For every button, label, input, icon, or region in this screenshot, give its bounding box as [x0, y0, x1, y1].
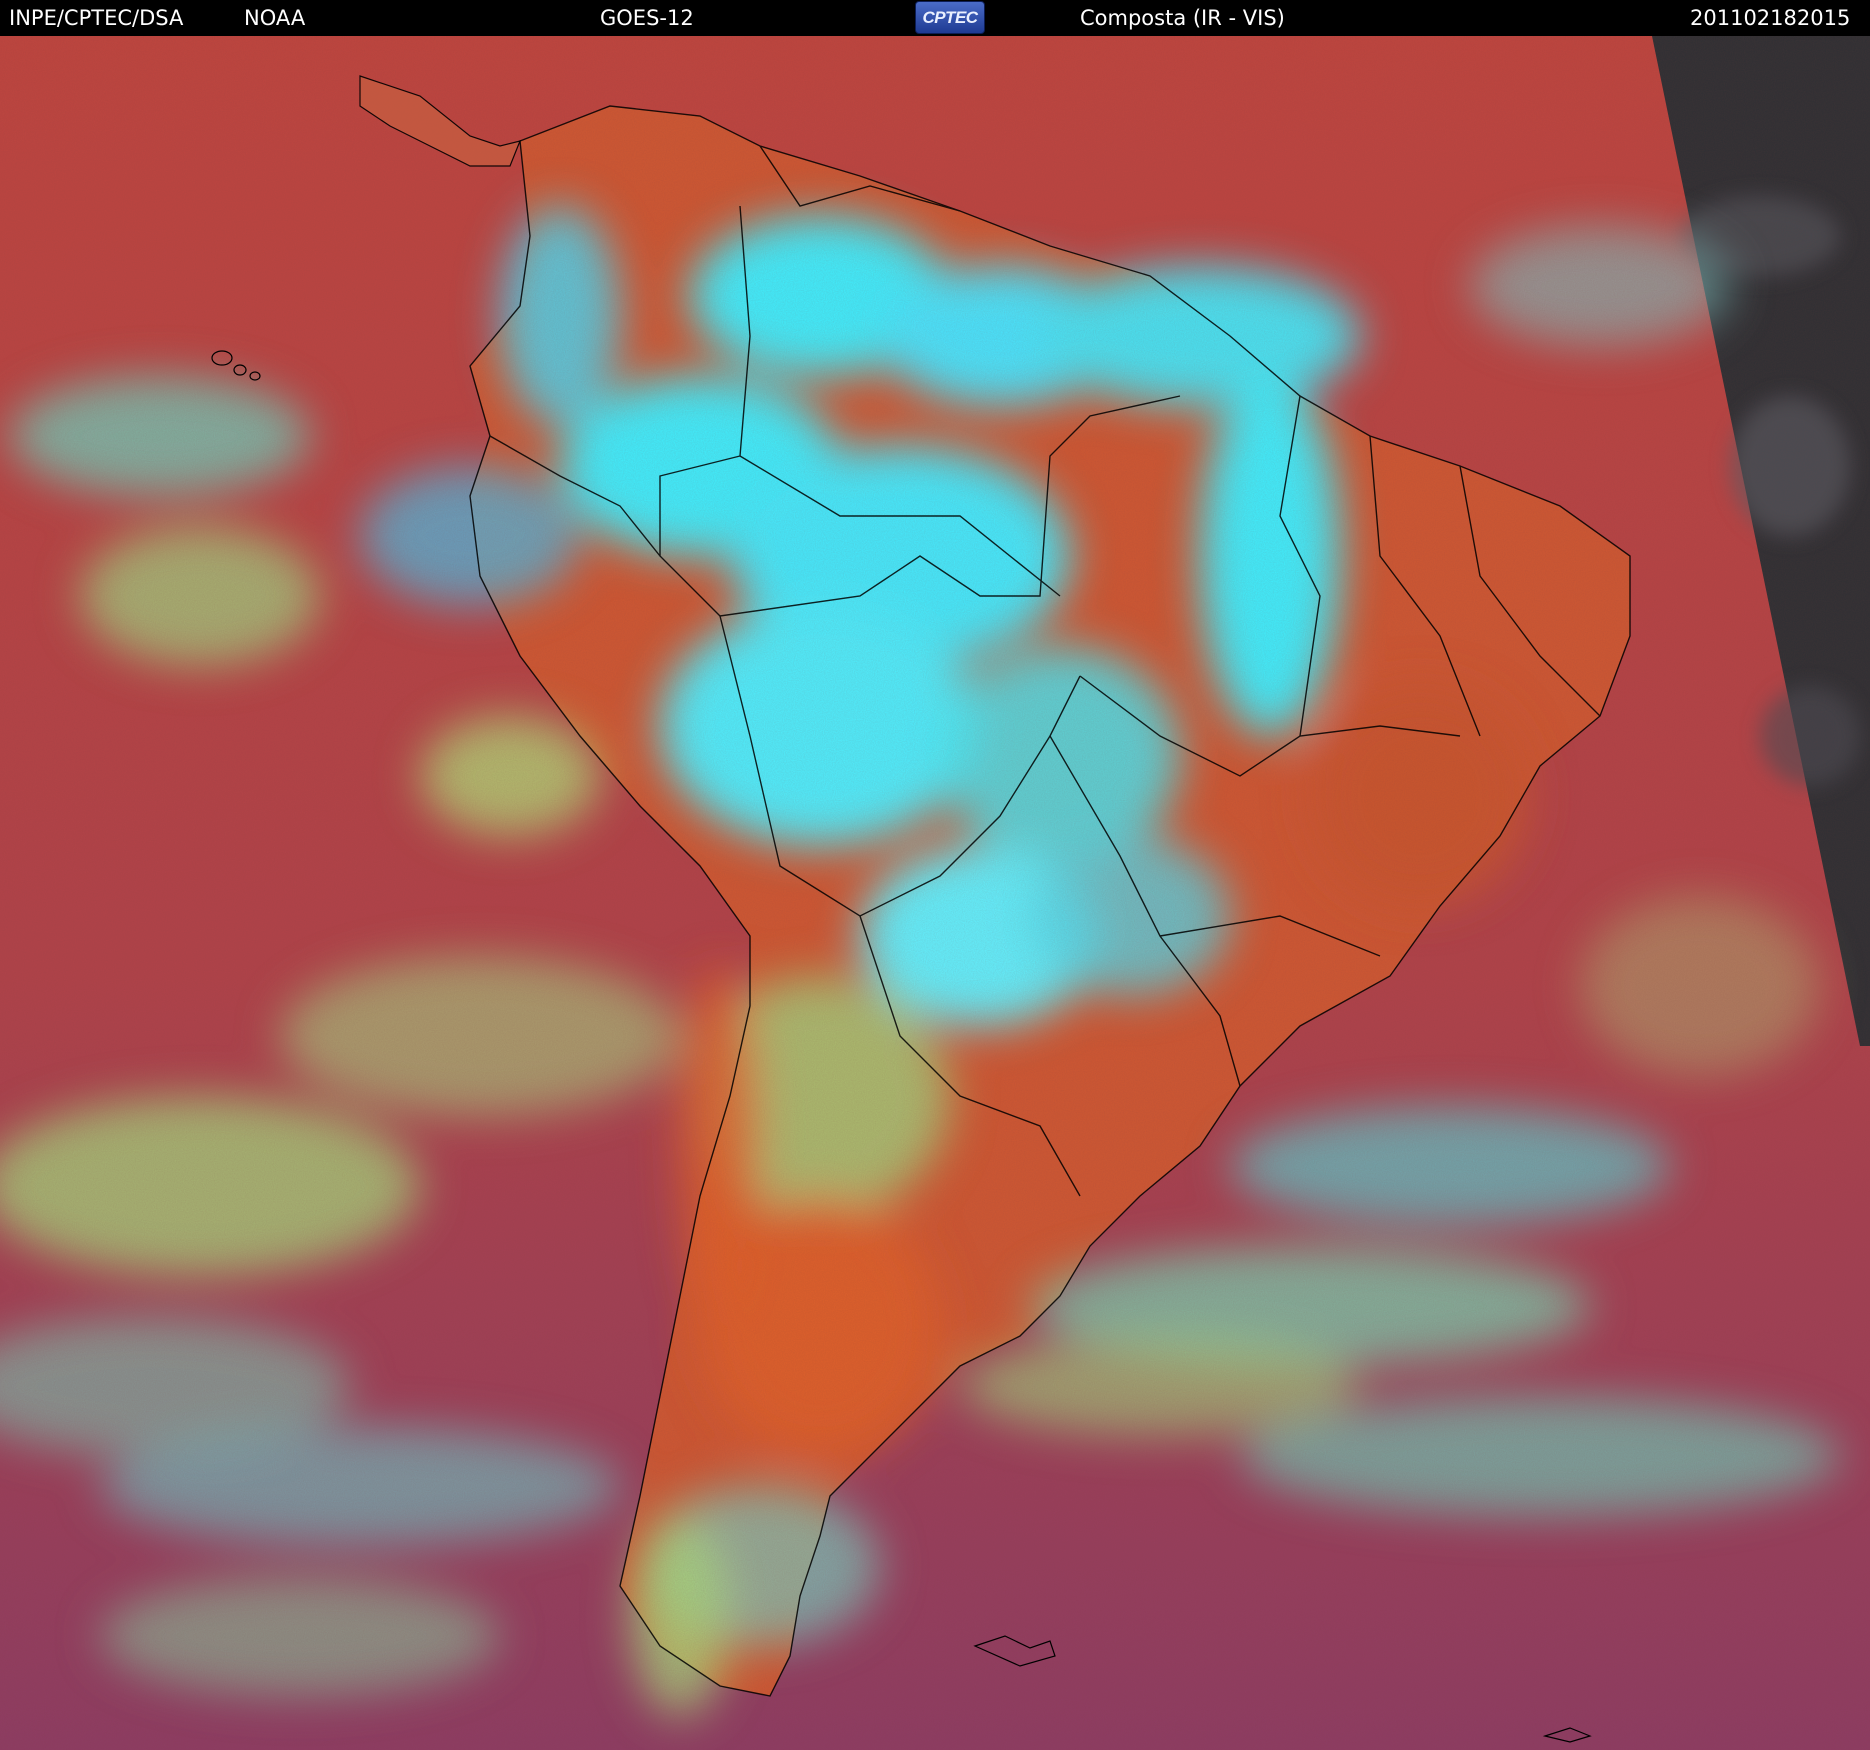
header-bar: INPE/CPTEC/DSA NOAA GOES-12 CPTEC Compos…: [0, 0, 1870, 36]
source-agency-label: INPE/CPTEC/DSA: [9, 6, 184, 30]
satellite-label: GOES-12: [600, 6, 694, 30]
logo-text: CPTEC: [922, 8, 978, 27]
cptec-logo: CPTEC: [915, 1, 985, 34]
data-provider-label: NOAA: [244, 6, 306, 30]
product-label: Composta (IR - VIS): [1080, 6, 1285, 30]
timestamp-label: 201102182015: [1690, 6, 1851, 30]
satellite-image: [0, 36, 1870, 1750]
